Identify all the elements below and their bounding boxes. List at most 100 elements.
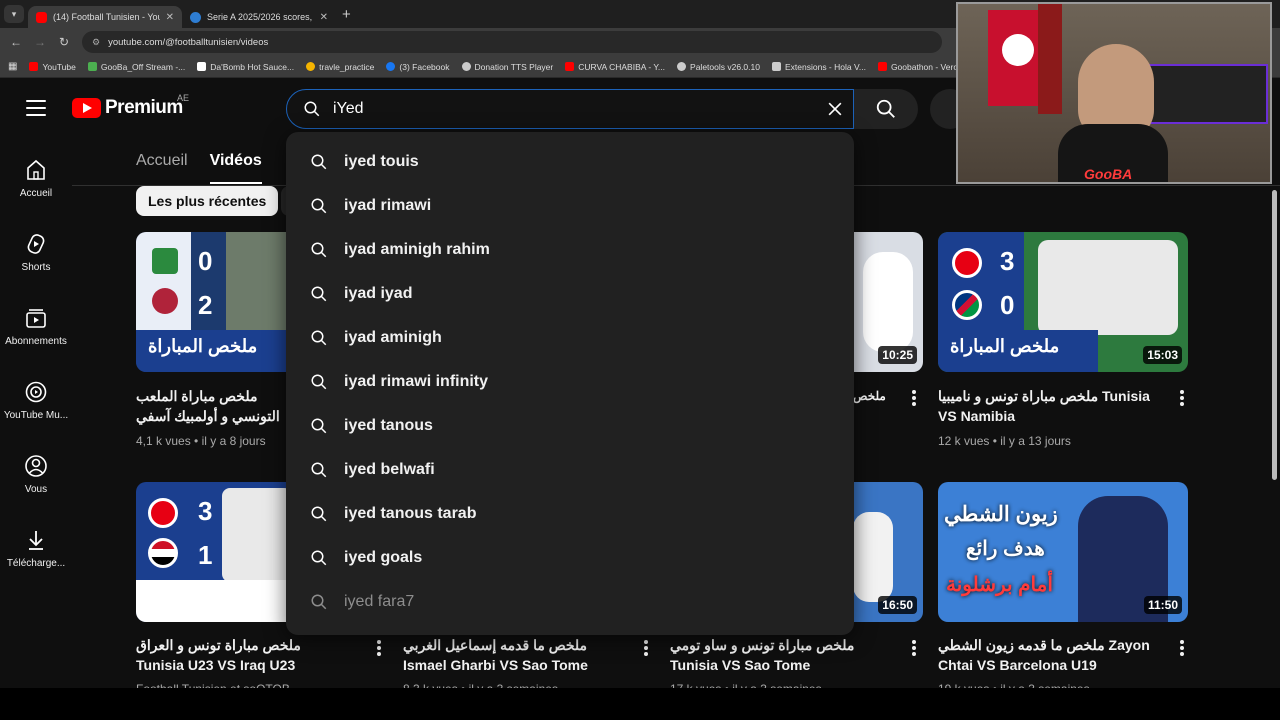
more-options-icon[interactable] — [377, 640, 381, 656]
players-photo — [222, 488, 292, 582]
player-photo — [853, 512, 893, 602]
suggestion-item[interactable]: iyed tanous — [286, 404, 854, 448]
video-meta: 12 k vues • il y a 13 jours — [938, 434, 1071, 448]
url-omnibox[interactable]: ⚙ youtube.com/@footballtunisien/videos — [82, 31, 942, 53]
more-options-icon[interactable] — [912, 640, 916, 656]
webcam-overlay: GooBA — [956, 2, 1272, 184]
video-title[interactable]: ملخص مباراة تونس و ساو تومي Tunisia VS S… — [670, 635, 882, 675]
hamburger-menu-icon[interactable] — [26, 100, 46, 116]
sidebar-item-subscriptions[interactable]: Abonnements — [0, 298, 72, 372]
score-top: 3 — [1000, 246, 1015, 276]
suggestion-item[interactable]: iyad rimawi infinity — [286, 360, 854, 404]
banner-text: ملخص المباراة — [148, 336, 258, 356]
bookmark-item[interactable]: Paletools v26.0.10 — [677, 62, 760, 72]
video-title[interactable]: ملخص مباراة تونس و العراق Tunisia U23 VS… — [136, 635, 348, 675]
search-icon — [311, 594, 327, 610]
tab-search-button[interactable]: ▾ — [4, 5, 24, 23]
bookmark-icon — [461, 62, 471, 71]
bookmark-item[interactable]: GooBa_Off Stream -... — [87, 62, 185, 72]
sidebar-item-label: Vous — [24, 484, 48, 495]
bookmark-icon — [197, 62, 207, 71]
bottom-bar — [0, 688, 1280, 720]
video-title[interactable]: ملخص ما قدمه إسماعيل الغربي Ismael Gharb… — [403, 635, 615, 675]
video-thumbnail[interactable]: 16:50 — [853, 482, 923, 622]
close-tab-icon[interactable]: ✕ — [320, 12, 328, 23]
scrollbar-thumb[interactable] — [1272, 190, 1277, 480]
bookmark-item[interactable]: Extensions - Hola V... — [771, 62, 866, 72]
browser-tab-youtube[interactable]: (14) Football Tunisien - YouTube ✕ — [28, 6, 182, 28]
scarf — [1038, 4, 1062, 114]
search-button[interactable] — [854, 89, 918, 129]
chip-latest[interactable]: Les plus récentes — [136, 186, 279, 216]
back-button[interactable]: ← — [4, 35, 28, 49]
video-thumbnail[interactable]: زيون الشطي هدف رائع أمام برشلونة 11:50 — [938, 482, 1188, 622]
site-info-icon[interactable]: ⚙ — [92, 37, 100, 48]
video-title[interactable]: ملخص مباراة الملعب التونسي و أولمبيك آسف… — [136, 386, 286, 426]
video-thumbnail[interactable]: 3 0 ملخص المباراة 15:03 — [938, 232, 1188, 372]
video-title[interactable]: ملخص — [853, 386, 886, 406]
suggestion-item[interactable]: iyad aminigh rahim — [286, 228, 854, 272]
suggestion-item[interactable]: iyad iyad — [286, 272, 854, 316]
page-scrollbar[interactable] — [1270, 186, 1280, 688]
sidebar-item-label: YouTube Mu... — [3, 410, 69, 421]
new-tab-button[interactable]: + — [342, 6, 351, 23]
team-logo — [152, 288, 178, 314]
tunisia-flag-icon — [148, 498, 178, 528]
namibia-flag-icon — [952, 290, 982, 320]
sidebar-item-downloads[interactable]: Télécharge... — [0, 520, 72, 594]
search-icon — [311, 462, 327, 478]
search-input[interactable] — [333, 100, 793, 118]
youtube-premium-logo[interactable]: Premium — [72, 97, 183, 119]
bookmark-icon — [306, 62, 316, 71]
more-options-icon[interactable] — [912, 390, 916, 406]
banner-text: ملخص المباراة — [950, 336, 1060, 356]
sidebar-item-label: Shorts — [21, 262, 51, 273]
sidebar-item-shorts[interactable]: Shorts — [0, 224, 72, 298]
video-title[interactable]: ملخص مباراة تونس و ناميبيا Tunisia VS Na… — [938, 386, 1150, 426]
more-options-icon[interactable] — [1180, 390, 1184, 406]
tab-title: (14) Football Tunisien - YouTube — [53, 12, 160, 22]
bookmark-item[interactable]: Donation TTS Player — [461, 62, 553, 72]
score-bottom: 2 — [198, 290, 213, 320]
suggestion-item[interactable]: iyed fara7 — [286, 580, 854, 624]
browser-tab-seriea[interactable]: Serie A 2025/2026 scores, Foot ✕ — [182, 6, 336, 28]
suggestion-item[interactable]: iyed belwafi — [286, 448, 854, 492]
bookmark-item[interactable]: travle_practice — [306, 62, 374, 72]
tab-home[interactable]: Accueil — [136, 152, 188, 184]
webcam-label: GooBA — [1084, 166, 1133, 182]
video-meta: 4,1 k vues • il y a 8 jours — [136, 434, 266, 448]
more-options-icon[interactable] — [1180, 640, 1184, 656]
suggestion-item[interactable]: iyad aminigh — [286, 316, 854, 360]
search-icon — [311, 506, 327, 522]
bookmark-item[interactable]: CURVA CHABIBA - Y... — [565, 62, 665, 72]
suggestion-item[interactable]: iyed tanous tarab — [286, 492, 854, 536]
sidebar-item-home[interactable]: Accueil — [0, 150, 72, 224]
suggestion-item[interactable]: iyad rimawi — [286, 184, 854, 228]
video-title[interactable]: ملخص ما قدمه زيون الشطي Zayon Chtai VS B… — [938, 635, 1150, 675]
bookmark-item[interactable]: YouTube — [29, 62, 76, 72]
more-options-icon[interactable] — [644, 640, 648, 656]
close-tab-icon[interactable]: ✕ — [166, 12, 174, 23]
search-icon — [311, 550, 327, 566]
forward-button[interactable]: → — [28, 35, 52, 49]
suggestion-item[interactable]: iyed touis — [286, 140, 854, 184]
apps-icon[interactable]: ▦ — [8, 61, 17, 72]
sidebar-item-youtube-music[interactable]: YouTube Mu... — [0, 372, 72, 446]
bookmark-icon — [877, 62, 887, 71]
video-duration: 10:25 — [878, 346, 917, 364]
bookmark-item[interactable]: Da'Bomb Hot Sauce... — [197, 62, 294, 72]
clear-search-icon[interactable] — [825, 99, 845, 119]
sidebar-item-you[interactable]: Vous — [0, 446, 72, 520]
thumb-text: أمام برشلونة — [946, 574, 1053, 596]
suggestion-item[interactable]: iyed goals — [286, 536, 854, 580]
search-icon — [311, 418, 327, 434]
reload-button[interactable]: ↻ — [52, 35, 76, 49]
score-top: 3 — [198, 496, 213, 526]
thumb-text: زيون الشطي — [944, 503, 1058, 526]
tab-videos[interactable]: Vidéos — [209, 152, 262, 184]
video-thumbnail[interactable]: 10:25 — [853, 232, 923, 372]
player-photo — [863, 252, 913, 352]
search-icon — [876, 99, 895, 118]
score-bottom: 0 — [1000, 290, 1015, 320]
bookmark-item[interactable]: (3) Facebook — [386, 62, 450, 72]
